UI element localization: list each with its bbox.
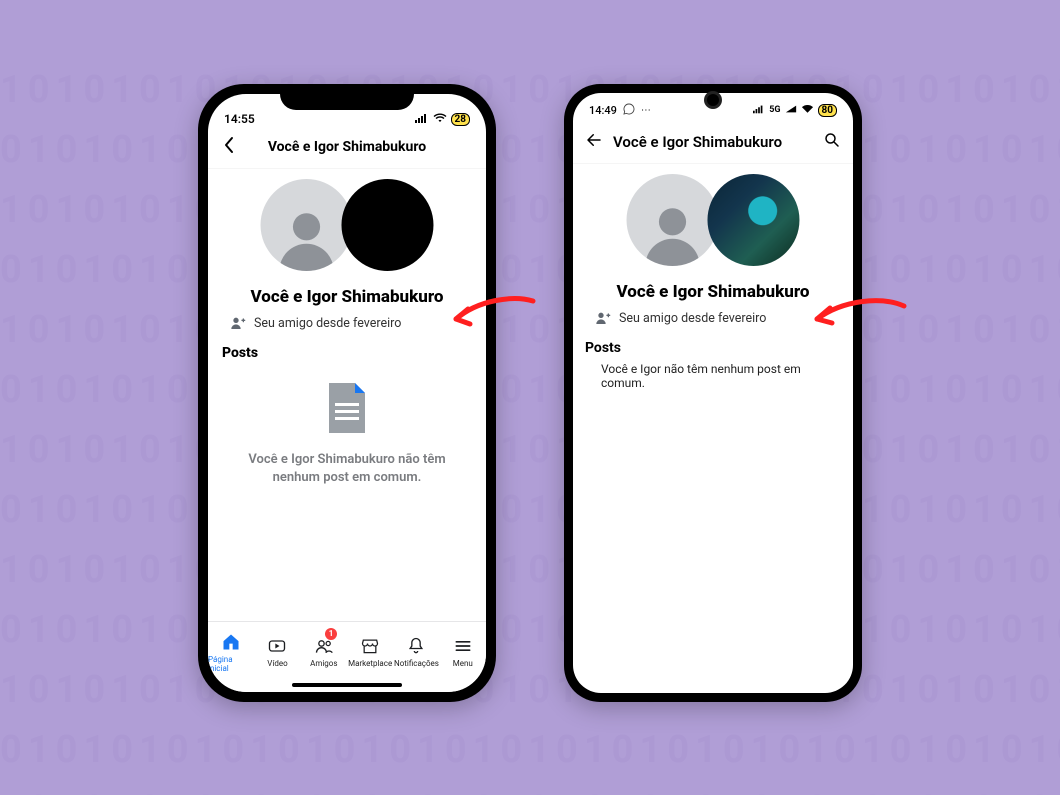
tab-video-label: Vídeo bbox=[267, 659, 287, 668]
profile-title: Você e Igor Shimabukuro bbox=[208, 287, 486, 307]
tab-notifications[interactable]: Notificações bbox=[393, 622, 439, 682]
tab-home-label: Página inicial bbox=[208, 655, 254, 673]
back-button[interactable] bbox=[218, 136, 240, 158]
android-camera-hole bbox=[707, 94, 719, 106]
avatar-you[interactable] bbox=[627, 174, 719, 266]
friend-since-row: Seu amigo desde fevereiro bbox=[573, 308, 853, 338]
tab-home[interactable]: Página inicial bbox=[208, 622, 254, 682]
network-label: 5G bbox=[769, 105, 780, 115]
signal-icon bbox=[753, 104, 765, 117]
avatar-you[interactable] bbox=[261, 179, 353, 271]
tab-marketplace[interactable]: Marketplace bbox=[347, 622, 393, 682]
battery-indicator: 80 bbox=[818, 104, 837, 117]
back-button[interactable] bbox=[583, 131, 605, 153]
page-header: Você e Igor Shimabukuro bbox=[208, 128, 486, 169]
friend-icon bbox=[595, 310, 611, 326]
more-icon: ⋯ bbox=[641, 105, 651, 116]
battery-level: 80 bbox=[822, 105, 833, 116]
tab-friends-label: Amigos bbox=[310, 659, 337, 668]
posts-heading: Posts bbox=[208, 343, 486, 365]
search-button[interactable] bbox=[821, 131, 843, 153]
iphone-screen: 14:55 28 Você e Igor Shima bbox=[208, 94, 486, 692]
friend-since-row: Seu amigo desde fevereiro bbox=[208, 313, 486, 343]
avatar-pair bbox=[573, 170, 853, 278]
bottom-tab-bar: Página inicial Vídeo 1 Amigos Marketplac… bbox=[208, 621, 486, 692]
header-title: Você e Igor Shimabukuro bbox=[248, 139, 446, 155]
signal-icon-2 bbox=[785, 104, 797, 117]
empty-line-1: Você e Igor Shimabukuro não têm bbox=[248, 452, 445, 467]
status-left: 14:49 ⋯ bbox=[589, 103, 651, 118]
posts-heading: Posts bbox=[573, 338, 853, 360]
tab-menu-label: Menu bbox=[453, 659, 473, 668]
tab-video[interactable]: Vídeo bbox=[254, 622, 300, 682]
phone-android: 14:49 ⋯ 5G bbox=[564, 84, 862, 702]
friend-since-text: Seu amigo desde fevereiro bbox=[254, 316, 401, 331]
tab-friends[interactable]: 1 Amigos bbox=[301, 622, 347, 682]
profile-title: Você e Igor Shimabukuro bbox=[573, 282, 853, 302]
status-right: 5G 80 bbox=[753, 104, 837, 117]
avatar-friend[interactable] bbox=[341, 179, 433, 271]
header-title: Você e Igor Shimabukuro bbox=[613, 133, 813, 151]
friend-since-text: Seu amigo desde fevereiro bbox=[619, 311, 766, 326]
whatsapp-icon bbox=[623, 103, 635, 118]
empty-line-2: nenhum post em comum. bbox=[273, 470, 422, 485]
android-screen: 14:49 ⋯ 5G bbox=[573, 93, 853, 693]
iphone-notch bbox=[280, 84, 414, 110]
status-time: 14:49 bbox=[589, 104, 617, 117]
status-time: 14:55 bbox=[224, 112, 255, 126]
page-header: Você e Igor Shimabukuro bbox=[573, 123, 853, 164]
battery-indicator: 28 bbox=[451, 113, 470, 126]
battery-level: 28 bbox=[455, 114, 466, 125]
friends-badge: 1 bbox=[325, 628, 338, 640]
wifi-icon bbox=[801, 104, 814, 117]
wifi-icon bbox=[433, 112, 447, 126]
phone-iphone: 14:55 28 Você e Igor Shima bbox=[198, 84, 496, 702]
tab-marketplace-label: Marketplace bbox=[348, 659, 392, 668]
home-indicator[interactable] bbox=[292, 683, 402, 687]
empty-state-text: Você e Igor não têm nenhum post em comum… bbox=[573, 360, 853, 390]
avatar-friend[interactable] bbox=[707, 174, 799, 266]
tab-menu[interactable]: Menu bbox=[440, 622, 486, 682]
tab-notifications-label: Notificações bbox=[394, 659, 439, 668]
empty-document-icon bbox=[323, 381, 371, 435]
avatar-pair bbox=[208, 175, 486, 283]
status-right: 28 bbox=[415, 112, 470, 126]
empty-state-text: Você e Igor Shimabukuro não têm nenhum p… bbox=[208, 443, 486, 494]
friend-icon bbox=[230, 315, 246, 331]
signal-icon bbox=[415, 112, 429, 126]
